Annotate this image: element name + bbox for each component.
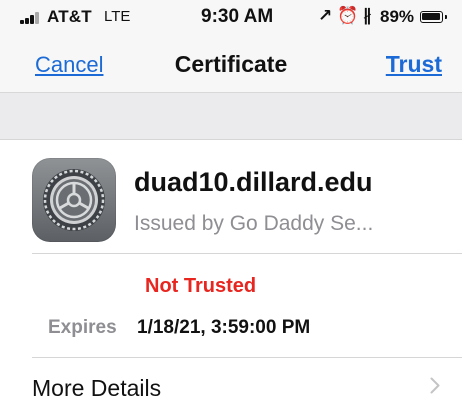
certificate-panel: duad10.dillard.edu Issued by Go Daddy Se… bbox=[0, 140, 462, 409]
settings-gear-icon bbox=[32, 158, 116, 242]
section-spacer bbox=[0, 93, 462, 140]
chevron-right-icon bbox=[430, 377, 440, 394]
trust-button[interactable]: Trust bbox=[386, 51, 442, 78]
more-details-row[interactable]: More Details bbox=[0, 358, 462, 409]
navigation-bar: Cancel Certificate Trust bbox=[0, 40, 462, 93]
expires-label: Expires bbox=[48, 317, 117, 338]
signal-strength-icon bbox=[20, 12, 42, 24]
certificate-domain: duad10.dillard.edu bbox=[134, 167, 373, 197]
network-type: LTE bbox=[104, 8, 131, 25]
divider bbox=[32, 253, 462, 254]
status-time: 9:30 AM bbox=[201, 6, 274, 27]
battery-fill bbox=[422, 13, 440, 20]
top-bar: AT&T LTE 9:30 AM ↗ ⏰ ∦ 89% Cancel Certif… bbox=[0, 0, 462, 93]
status-bar: AT&T LTE 9:30 AM ↗ ⏰ ∦ 89% bbox=[0, 0, 462, 34]
carrier-name: AT&T bbox=[47, 7, 92, 26]
expires-value: 1/18/21, 3:59:00 PM bbox=[137, 317, 311, 338]
certificate-issuer: Issued by Go Daddy Se... bbox=[134, 212, 374, 235]
battery-icon bbox=[420, 11, 447, 23]
status-icons: ↗ ⏰ ∦ bbox=[318, 6, 372, 25]
battery-percent: 89% bbox=[380, 7, 415, 26]
trust-status-label: Not Trusted bbox=[145, 275, 257, 297]
more-details-label: More Details bbox=[32, 375, 162, 401]
